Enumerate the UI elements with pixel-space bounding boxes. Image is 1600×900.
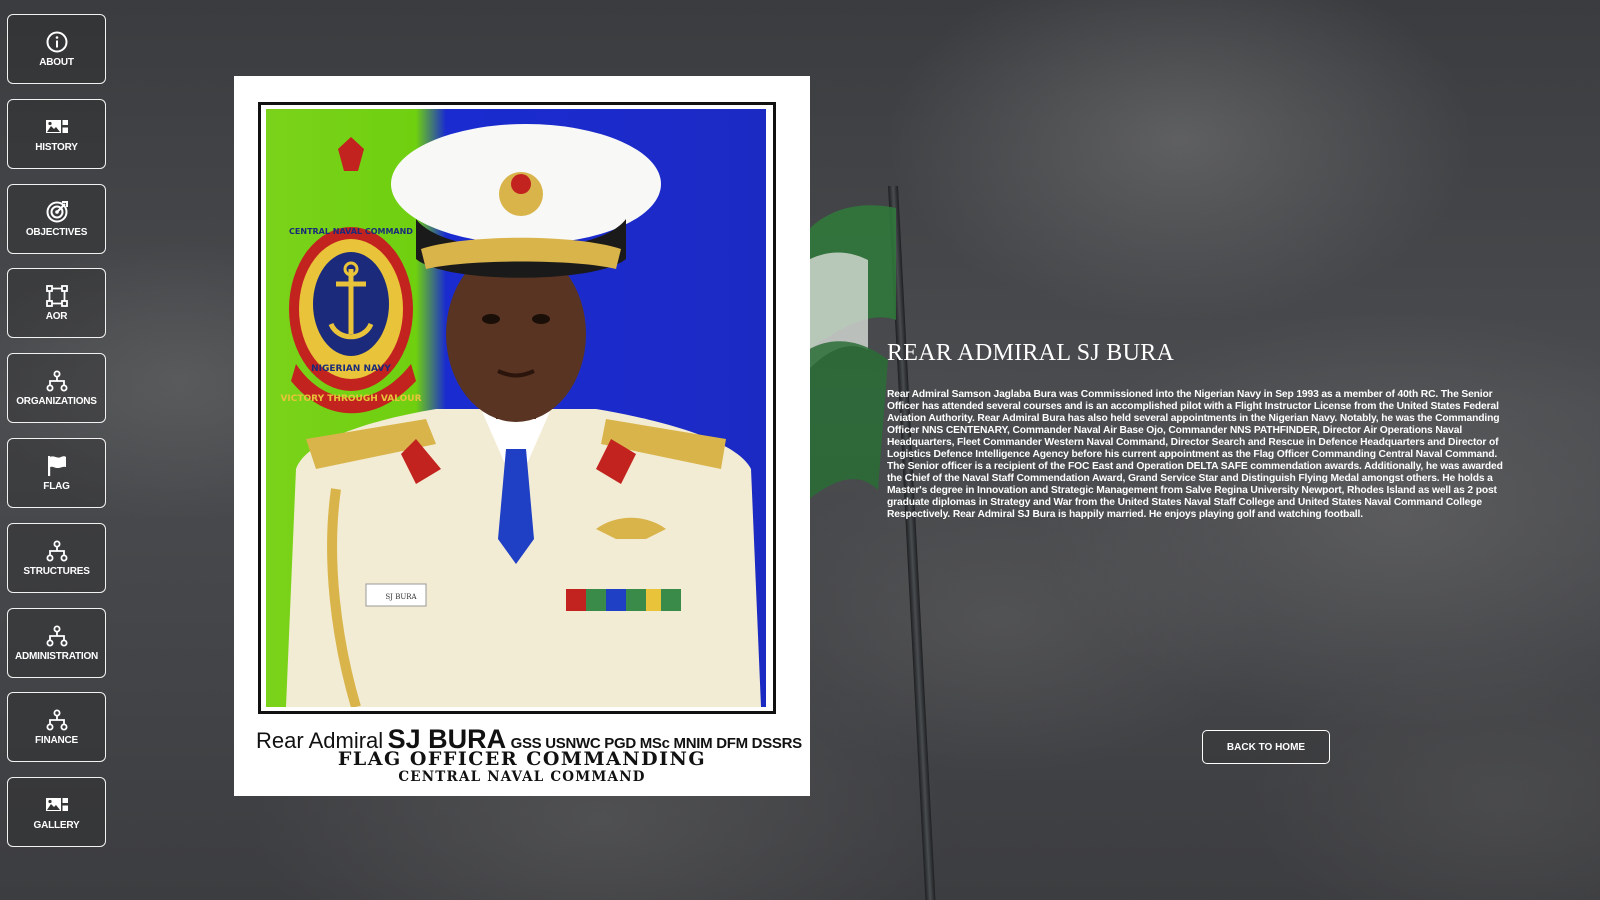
officer-portrait: VICTORY THROUGH VALOUR CENTRAL NAVAL COM… [266, 109, 766, 707]
flag-pole [888, 186, 936, 900]
nodes-icon [45, 285, 68, 308]
uniform: SJ BURA [286, 409, 761, 707]
nav-structures-label: STRUCTURES [23, 565, 90, 577]
bio-title: REAR ADMIRAL SJ BURA [887, 340, 1175, 366]
sidebar-nav: ABOUT HISTORY OBJECTIVES AOR ORGANIZATIO… [7, 14, 106, 862]
caption-command: CENTRAL NAVAL COMMAND [398, 769, 646, 785]
nav-history-label: HISTORY [35, 141, 78, 153]
flag-icon [47, 455, 66, 476]
nav-objectives-button[interactable]: OBJECTIVES [7, 183, 106, 254]
nav-structures-button[interactable]: STRUCTURES [7, 522, 106, 593]
svg-text:NIGERIAN NAVY: NIGERIAN NAVY [311, 364, 391, 374]
nav-aor-button[interactable]: AOR [7, 268, 106, 339]
nav-aor-label: AOR [45, 311, 68, 323]
hierarchy-icon [46, 625, 67, 647]
hierarchy-icon [46, 540, 67, 562]
back-to-home-button[interactable]: BACK TO HOME [1202, 730, 1330, 764]
nav-administration-button[interactable]: ADMINISTRATION [7, 607, 106, 678]
caption-title: FLAG OFFICER COMMANDING [337, 748, 707, 770]
hierarchy-icon [46, 370, 67, 392]
target-icon [46, 200, 68, 223]
nav-finance-label: FINANCE [34, 735, 79, 747]
nav-flag-button[interactable]: FLAG [7, 437, 106, 508]
nav-gallery-button[interactable]: GALLERY [7, 777, 106, 848]
svg-text:CENTRAL NAVAL COMMAND: CENTRAL NAVAL COMMAND [289, 227, 413, 236]
image-icon [45, 798, 68, 812]
nav-history-button[interactable]: HISTORY [7, 98, 106, 169]
nav-about-label: ABOUT [39, 57, 74, 68]
officer-cap [391, 124, 661, 278]
nav-gallery-label: GALLERY [33, 820, 80, 832]
image-icon [45, 119, 68, 133]
svg-text:SJ BURA: SJ BURA [385, 593, 417, 601]
nav-organizations-label: ORGANIZATIONS [16, 396, 97, 408]
bio-text: Rear Admiral Samson Jaglaba Bura was Com… [887, 389, 1503, 520]
info-icon [46, 31, 67, 53]
svg-text:VICTORY THROUGH VALOUR: VICTORY THROUGH VALOUR [280, 394, 421, 404]
nav-objectives-label: OBJECTIVES [25, 226, 88, 238]
nav-finance-button[interactable]: FINANCE [7, 692, 106, 763]
nav-administration-label: ADMINISTRATION [14, 650, 99, 662]
nav-flag-label: FLAG [43, 480, 70, 492]
portrait-card: VICTORY THROUGH VALOUR CENTRAL NAVAL COM… [234, 76, 810, 796]
nav-organizations-button[interactable]: ORGANIZATIONS [7, 353, 106, 424]
hierarchy-icon [46, 709, 67, 731]
nav-about-button[interactable]: ABOUT [7, 14, 106, 84]
